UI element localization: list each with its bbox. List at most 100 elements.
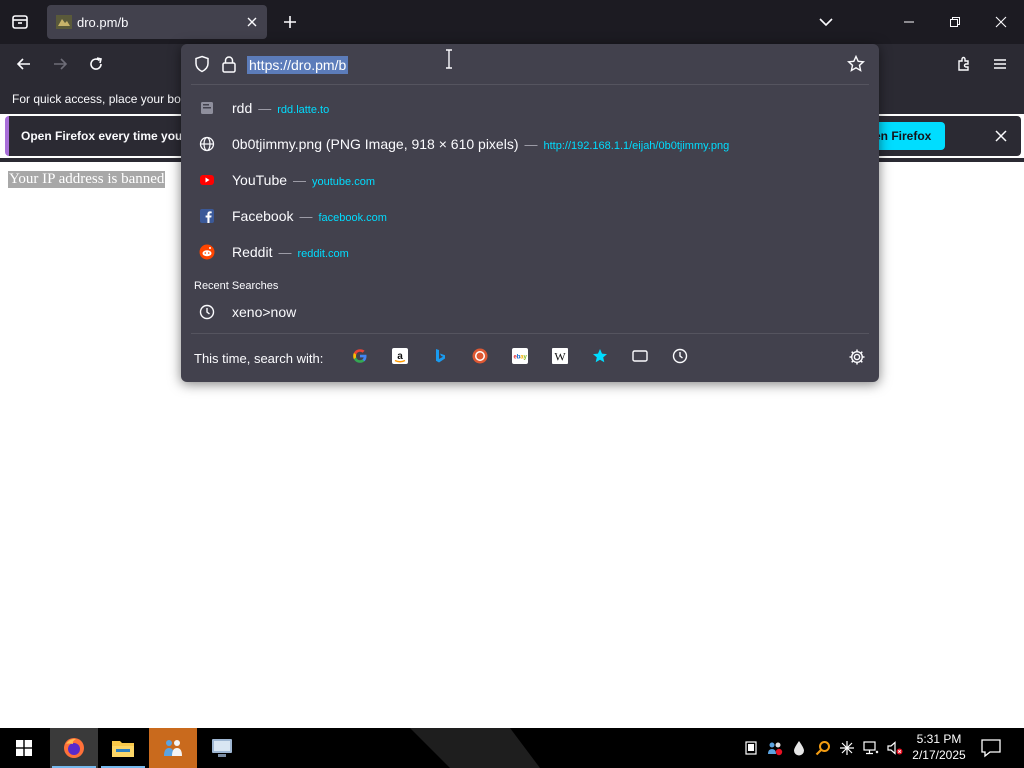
svg-text:W: W (554, 350, 566, 364)
start-button[interactable] (0, 728, 48, 768)
taskbar-clock[interactable]: 5:31 PM 2/17/2025 (904, 731, 974, 765)
taskbar-app-computer[interactable] (198, 728, 246, 768)
taskbar-app-people[interactable] (149, 728, 197, 768)
clock-date: 2/17/2025 (912, 748, 966, 762)
plus-icon (284, 16, 296, 28)
new-tab-button[interactable] (280, 12, 300, 32)
page-body-text: Your IP address is banned (8, 171, 166, 188)
result-url: facebook.com (318, 212, 387, 224)
ebay-icon[interactable]: ebay (510, 346, 530, 366)
wikipedia-icon[interactable]: W (550, 346, 570, 366)
arrow-left-icon (16, 58, 30, 70)
result-title: YouTube (232, 172, 288, 188)
gear-icon[interactable] (848, 348, 866, 366)
urlbar-input[interactable]: https://dro.pm/b (181, 44, 879, 84)
tray-volume-muted-icon[interactable] (887, 740, 903, 756)
result-url: rdd.latte.to (277, 104, 330, 116)
reload-icon (90, 57, 102, 70)
result-row[interactable]: rdd — rdd.latte.to (181, 90, 879, 126)
reddit-icon (199, 244, 215, 260)
search-with-label: This time, search with: (194, 351, 324, 366)
reload-button[interactable] (83, 52, 109, 76)
tab-favicon-icon (56, 15, 72, 29)
wallpaper-fragment (410, 728, 540, 768)
one-off-search-bar: This time, search with: a ebay W (181, 340, 879, 376)
tray-network-icon[interactable] (863, 740, 879, 756)
tab-strip: dro.pm/b (0, 0, 1024, 44)
duckduckgo-icon[interactable] (470, 346, 490, 366)
facebook-icon (200, 209, 214, 223)
urlbar-dropdown: https://dro.pm/b rdd — rdd.latte.to 0b0tji… (181, 44, 879, 382)
forward-button[interactable] (47, 52, 73, 76)
result-title: Reddit (232, 244, 273, 260)
restore-icon (950, 17, 960, 27)
recent-search-text: xeno>now (232, 304, 297, 320)
bookmark-star-icon[interactable] (847, 55, 865, 73)
taskbar: 5:31 PM 2/17/2025 (0, 728, 1024, 768)
result-row[interactable]: YouTube — youtube.com (181, 162, 879, 198)
result-title: rdd (232, 100, 253, 116)
people-icon (164, 740, 182, 756)
svg-text:a: a (397, 351, 403, 362)
tray-people-icon[interactable] (767, 740, 783, 756)
tray-search-icon[interactable] (815, 740, 831, 756)
notification-center-icon[interactable] (980, 738, 1002, 758)
result-separator: — (299, 209, 313, 224)
result-row[interactable]: Reddit — reddit.com (181, 234, 879, 270)
google-icon[interactable] (350, 346, 370, 366)
result-title: 0b0tjimmy.png (PNG Image, 918 × 610 pixe… (232, 136, 519, 152)
amazon-icon[interactable]: a (390, 346, 410, 366)
result-separator: — (278, 245, 292, 260)
close-icon (247, 17, 257, 27)
youtube-icon (200, 175, 214, 185)
clock-icon (199, 304, 215, 320)
result-row[interactable]: 0b0tjimmy.png (PNG Image, 918 × 610 pixe… (181, 126, 879, 162)
notification-message: Open Firefox every time you (21, 129, 183, 143)
url-text[interactable]: https://dro.pm/b (247, 56, 349, 74)
bookmarks-icon[interactable] (590, 346, 610, 366)
extensions-button[interactable] (951, 52, 977, 76)
close-icon (995, 16, 1007, 28)
folder-icon (112, 741, 134, 757)
lock-icon[interactable] (221, 55, 237, 73)
recent-search-row[interactable]: xeno>now (181, 294, 879, 330)
tab-close-button[interactable] (243, 13, 261, 31)
minimize-button[interactable] (886, 0, 932, 44)
notification-close-button[interactable] (992, 127, 1010, 145)
computer-icon (212, 739, 232, 757)
result-separator: — (258, 101, 272, 116)
tab-active[interactable]: dro.pm/b (47, 5, 267, 39)
firefox-view-button[interactable] (8, 10, 32, 34)
result-url: http://192.168.1.1/eijah/0b0tjimmy.png (543, 140, 730, 152)
tray-drop-icon[interactable] (791, 740, 807, 756)
taskbar-file-explorer[interactable] (99, 728, 147, 768)
chevron-down-icon (819, 18, 833, 27)
close-icon (995, 130, 1007, 142)
restore-button[interactable] (932, 0, 978, 44)
screen: dro.pm/b For quick access, place your bo… (0, 0, 1024, 768)
page-icon (201, 102, 213, 114)
globe-icon (199, 136, 215, 152)
result-separator: — (293, 173, 307, 188)
bing-icon[interactable] (430, 346, 450, 366)
back-button[interactable] (11, 52, 37, 76)
tabs-icon[interactable] (630, 346, 650, 366)
result-row[interactable]: Facebook — facebook.com (181, 198, 879, 234)
firefox-icon (64, 738, 84, 758)
tray-tablet-icon[interactable] (743, 740, 759, 756)
menu-button[interactable] (987, 52, 1013, 76)
tray-sparkle-icon[interactable] (839, 740, 855, 756)
minimize-icon (904, 21, 914, 23)
list-all-tabs-button[interactable] (816, 13, 836, 31)
close-window-button[interactable] (978, 0, 1024, 44)
shield-icon[interactable] (193, 55, 211, 73)
clock-time: 5:31 PM (916, 732, 962, 746)
bookmarks-hint: For quick access, place your boo (12, 92, 188, 106)
result-url: youtube.com (312, 176, 375, 188)
puzzle-icon (958, 56, 969, 71)
windows-icon (16, 740, 32, 756)
result-url: reddit.com (297, 248, 349, 260)
taskbar-firefox[interactable] (50, 728, 98, 768)
recent-searches-heading: Recent Searches (194, 280, 279, 292)
history-icon[interactable] (670, 346, 690, 366)
